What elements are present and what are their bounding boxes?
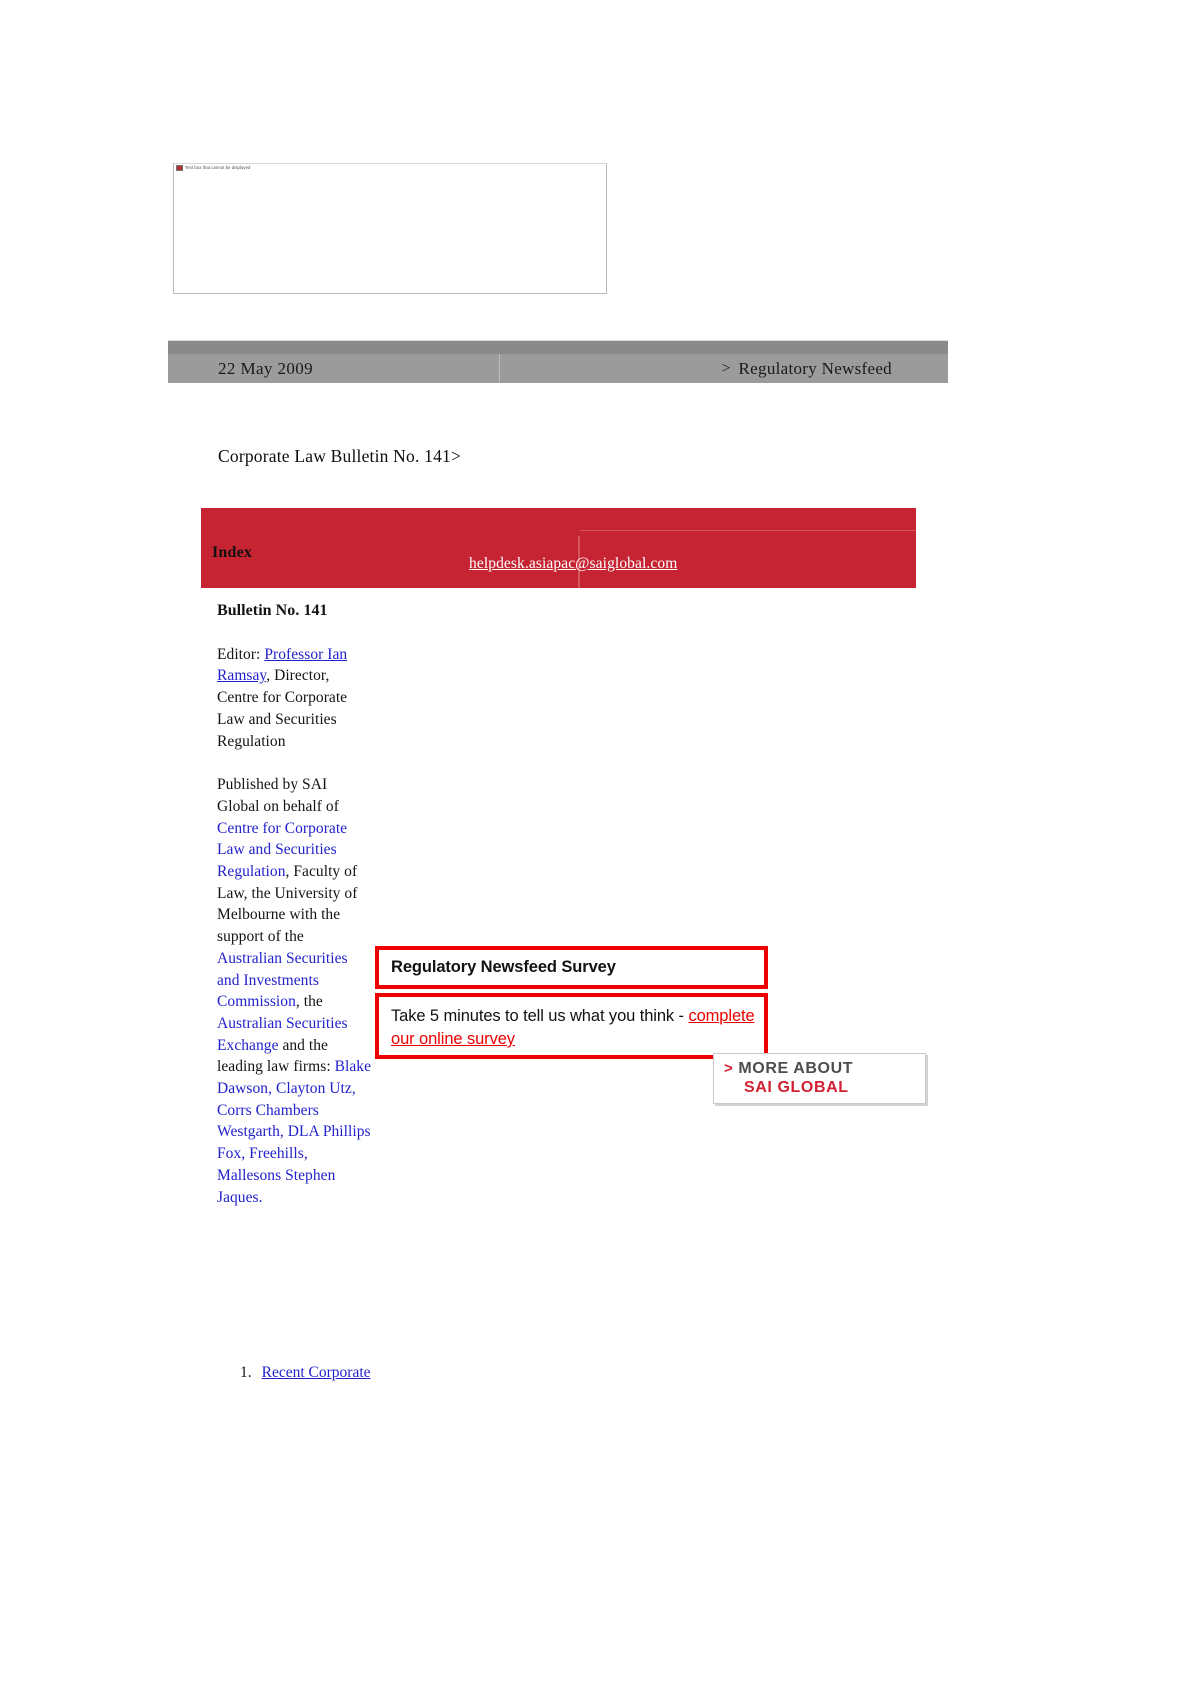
index-header-right-band: [580, 530, 916, 531]
publisher-paragraph: Published by SAI Global on behalf of Cen…: [217, 774, 371, 1208]
editor-paragraph: Editor: Professor Ian Ramsay, Director, …: [217, 644, 371, 753]
survey-body-text: Take 5 minutes to tell us what you think…: [391, 1005, 764, 1051]
survey-heading-box: Regulatory Newsfeed Survey: [375, 946, 768, 989]
banner-label: Regulatory Newsfeed: [738, 358, 892, 378]
bulletin-number: Bulletin No. 141: [217, 602, 328, 619]
chevron-right-icon: >: [721, 359, 731, 377]
law-firms: Blake Dawson, Clayton Utz, Corrs Chamber…: [217, 1058, 372, 1206]
document-page: Text box that cannot be displayed 22 May…: [0, 0, 1200, 1698]
publisher-mid-2: , the: [295, 993, 323, 1011]
sai-button-label-sai-global: SAI GLOBAL: [744, 1079, 849, 1096]
editor-prefix: Editor:: [217, 645, 265, 663]
list-item-number: 1.: [240, 1364, 252, 1381]
newsfeed-banner: 22 May 2009 > Regulatory Newsfeed: [168, 340, 948, 383]
index-list: 1. Recent Corporate: [240, 1362, 390, 1384]
survey-body-prefix: Take 5 minutes to tell us what you think…: [391, 1007, 689, 1025]
page-title: Corporate Law Bulletin No. 141>: [218, 446, 462, 466]
chevron-right-icon: >: [724, 1060, 734, 1077]
sidebar-column: Bulletin No. 141 Editor: Professor Ian R…: [217, 600, 371, 1230]
helpdesk-email-link[interactable]: helpdesk.asiapac@saiglobal.com: [469, 555, 677, 573]
sai-button-line-1: > MORE ABOUT: [724, 1060, 925, 1078]
broken-image-placeholder-box: Text box that cannot be displayed: [173, 163, 607, 294]
banner-date: 22 May 2009: [218, 358, 314, 378]
banner-label-cell: > Regulatory Newsfeed: [710, 354, 948, 383]
list-item[interactable]: 1. Recent Corporate: [240, 1362, 390, 1384]
publisher-prefix: Published by SAI Global on behalf of: [217, 776, 339, 815]
survey-body-box: Take 5 minutes to tell us what you think…: [375, 993, 768, 1059]
sai-button-label-more-about: MORE ABOUT: [738, 1060, 854, 1077]
banner-spacer-cell: [500, 354, 710, 383]
banner-row: 22 May 2009 > Regulatory Newsfeed: [168, 354, 948, 383]
index-header-right-cell: [580, 508, 916, 588]
broken-image-alt-row: Text box that cannot be displayed: [176, 165, 250, 171]
broken-image-alt-text: Text box that cannot be displayed: [185, 165, 251, 170]
survey-heading: Regulatory Newsfeed Survey: [391, 958, 616, 976]
more-about-sai-global-button[interactable]: > MORE ABOUT SAI GLOBAL: [713, 1053, 926, 1104]
index-header-top-band: [201, 508, 579, 537]
banner-top-strip: [168, 341, 948, 354]
index-header-table: Index helpdesk.asiapac@saiglobal.com: [201, 508, 916, 588]
list-item-link[interactable]: Recent Corporate: [262, 1362, 371, 1384]
banner-date-cell: 22 May 2009: [168, 354, 500, 383]
index-label: Index: [212, 544, 253, 561]
asic-link[interactable]: Australian Securities and Investments Co…: [217, 950, 348, 1010]
broken-image-icon: [176, 165, 183, 171]
